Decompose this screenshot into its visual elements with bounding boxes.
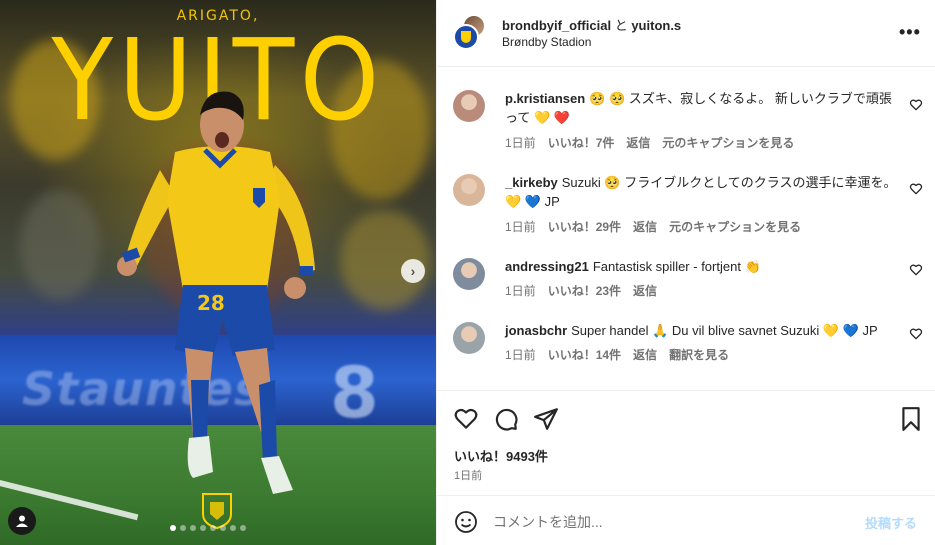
carousel-indicator xyxy=(170,525,246,531)
heart-icon[interactable] xyxy=(909,182,923,196)
comment-time[interactable]: 1日前 xyxy=(505,346,536,363)
reply-button[interactable]: 返信 xyxy=(633,218,657,235)
comment-body: Suzuki 🥺 フライブルクとしてのクラスの選手に幸運を。 💛 💙 JP xyxy=(505,175,897,209)
more-horizontal-icon[interactable]: ••• xyxy=(899,22,921,43)
likes-count[interactable]: いいね！9493件 xyxy=(454,446,548,465)
heart-icon[interactable] xyxy=(909,327,923,341)
carousel-dot xyxy=(220,525,226,531)
comment-time[interactable]: 1日前 xyxy=(505,282,536,299)
carousel-dot xyxy=(200,525,206,531)
reply-button[interactable]: 返信 xyxy=(633,282,657,299)
user-icon xyxy=(16,515,28,527)
bookmark-icon[interactable] xyxy=(898,406,924,432)
comment-time[interactable]: 1日前 xyxy=(505,218,536,235)
carousel-dot xyxy=(170,525,176,531)
comment-body: Super handel 🙏 Du vil blive savnet Suzuk… xyxy=(571,323,878,338)
post-authors: brondbyif_official と yuiton.s xyxy=(502,15,681,34)
comment-extra-link[interactable]: 元のキャプションを見る xyxy=(669,218,801,235)
commenter-avatar[interactable] xyxy=(453,322,485,354)
comment-likes[interactable]: いいね！23件 xyxy=(548,282,621,299)
commenter-username[interactable]: jonasbchr xyxy=(505,323,567,338)
post-media[interactable]: Stauntes 8 ARIGATO, YUITO 28 › xyxy=(0,0,436,545)
heart-icon[interactable] xyxy=(453,406,479,432)
carousel-dot xyxy=(190,525,196,531)
comment-meta: 1日前 いいね！29件 返信 元のキャプションを見る xyxy=(505,218,801,235)
comment-meta: 1日前 いいね！14件 返信 翻訳を見る xyxy=(505,346,729,363)
post-side-panel: brondbyif_official と yuiton.s Brøndby St… xyxy=(436,0,935,545)
banner-number: 8 xyxy=(330,352,379,434)
author-avatar[interactable] xyxy=(453,24,479,50)
commenter-username[interactable]: andressing21 xyxy=(505,259,589,274)
comment-likes[interactable]: いいね！7件 xyxy=(548,134,615,151)
paper-plane-icon[interactable] xyxy=(533,406,559,432)
club-crest xyxy=(202,493,232,530)
comment-extra-link[interactable]: 翻訳を見る xyxy=(669,346,729,363)
author-conjunction: と xyxy=(614,18,628,33)
chevron-right-icon: › xyxy=(410,263,416,279)
post-date[interactable]: 1日前 xyxy=(454,467,482,483)
post-header: brondbyif_official と yuiton.s Brøndby St… xyxy=(437,0,935,67)
carousel-dot xyxy=(240,525,246,531)
comment-time[interactable]: 1日前 xyxy=(505,134,536,151)
comment-meta: 1日前 いいね！23件 返信 xyxy=(505,282,657,299)
post-location[interactable]: Brøndby Stadion xyxy=(502,35,591,49)
carousel-dot xyxy=(230,525,236,531)
carousel-dot xyxy=(180,525,186,531)
comment-extra-link[interactable]: 元のキャプションを見る xyxy=(662,134,794,151)
commenter-avatar[interactable] xyxy=(453,174,485,206)
heart-icon[interactable] xyxy=(909,98,923,112)
comment-bubble-icon[interactable] xyxy=(493,406,519,432)
author-username[interactable]: brondbyif_official xyxy=(502,18,611,33)
commenter-username[interactable]: p.kristiansen xyxy=(505,91,585,106)
comment-text: andressing21 Fantastisk spiller - fortjen… xyxy=(505,257,900,276)
comment-text: p.kristiansen 🥺 🥺 スズキ、寂しくなるよ。 新しいクラブで頑張って… xyxy=(505,89,900,127)
reply-button[interactable]: 返信 xyxy=(633,346,657,363)
comment-body: Fantastisk spiller - fortjent 👏 xyxy=(592,259,761,274)
comment-likes[interactable]: いいね！14件 xyxy=(548,346,621,363)
commenter-avatar[interactable] xyxy=(453,90,485,122)
comments-list: p.kristiansen 🥺 🥺 スズキ、寂しくなるよ。 新しいクラブで頑張って… xyxy=(437,68,935,390)
comment-composer: 投稿する xyxy=(437,495,935,545)
commenter-username[interactable]: _kirkeby xyxy=(505,175,558,190)
comment-text: _kirkeby Suzuki 🥺 フライブルクとしてのクラスの選手に幸運を。 💛… xyxy=(505,173,900,211)
club-crest-icon xyxy=(461,31,471,43)
collaborator-username[interactable]: yuiton.s xyxy=(631,18,681,33)
jersey-number: 28 xyxy=(197,291,225,315)
next-slide-button[interactable]: › xyxy=(401,259,425,283)
post-comment-button[interactable]: 投稿する xyxy=(865,513,917,532)
author-avatars[interactable] xyxy=(453,14,487,50)
comment-likes[interactable]: いいね！29件 xyxy=(548,218,621,235)
comment-meta: 1日前 いいね！7件 返信 元のキャプションを見る xyxy=(505,134,794,151)
reply-button[interactable]: 返信 xyxy=(626,134,650,151)
heart-icon[interactable] xyxy=(909,263,923,277)
comment-input[interactable] xyxy=(493,511,823,533)
carousel-dot xyxy=(210,525,216,531)
player-figure: 28 xyxy=(117,91,315,494)
smiley-icon[interactable] xyxy=(454,510,478,534)
commenter-avatar[interactable] xyxy=(453,258,485,290)
tagged-users-button[interactable] xyxy=(8,507,36,535)
comment-text: jonasbchr Super handel 🙏 Du vil blive sav… xyxy=(505,321,900,340)
post-actions: いいね！9493件 1日前 xyxy=(437,390,935,495)
